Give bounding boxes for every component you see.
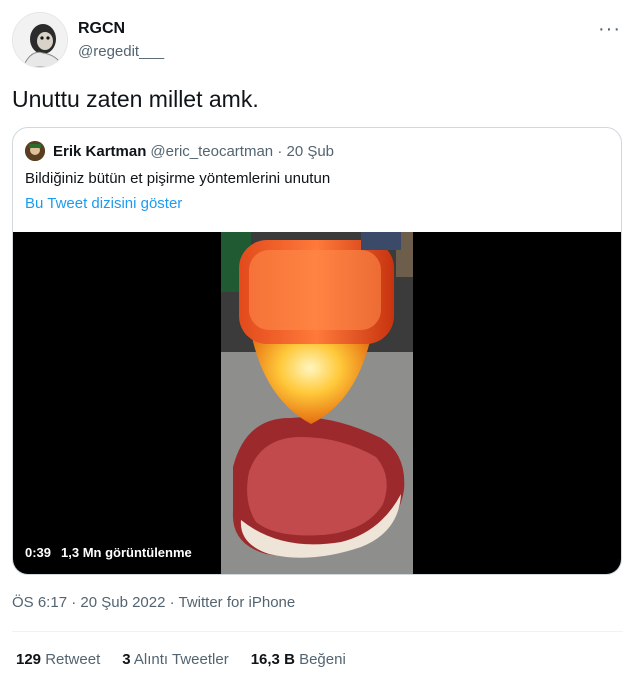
tweet-text: Unuttu zaten millet amk.	[12, 86, 259, 112]
quoted-avatar	[25, 141, 45, 161]
quote-tweets-count[interactable]: 3 Alıntı Tweetler	[122, 651, 228, 668]
video-views: 1,3 Mn görüntülenme	[61, 545, 192, 560]
tweet-stats: 129 Retweet 3 Alıntı Tweetler 16,3 B Beğ…	[16, 651, 346, 668]
likes-count-label: Beğeni	[299, 651, 346, 668]
quoted-tweet-header: Erik Kartman @eric_teocartman · 20 Şub	[25, 140, 334, 162]
divider	[12, 631, 623, 632]
quote-tweets-count-label: Alıntı Tweetler	[133, 651, 229, 668]
show-thread-link[interactable]: Bu Tweet dizisini göster	[25, 195, 182, 212]
retweet-count-label: Retweet	[45, 651, 101, 668]
quoted-author-name[interactable]: Erik Kartman	[53, 143, 146, 160]
video-duration: 0:39	[25, 545, 52, 560]
video-player[interactable]: 0:39 1,3 Mn görüntülenme	[13, 232, 621, 574]
quoted-author-meta: @eric_teocartman · 20 Şub	[150, 142, 335, 160]
tweet-header: RGCN @regedit___ ···	[12, 12, 623, 68]
video-info: 0:39 1,3 Mn görüntülenme	[25, 545, 192, 560]
author-name[interactable]: RGCN	[78, 20, 125, 38]
likes-count-value: 16,3 B	[250, 651, 295, 668]
likes-count[interactable]: 16,3 B Beğeni	[251, 651, 346, 668]
quote-tweets-count-value: 3	[122, 651, 131, 668]
video-thumbnail	[221, 232, 413, 574]
quoted-tweet[interactable]: Erik Kartman @eric_teocartman · 20 Şub B…	[12, 127, 622, 575]
retweet-count-value: 129	[16, 651, 42, 668]
more-options-icon[interactable]: ···	[598, 18, 621, 41]
tweet-timestamp[interactable]: ÖS 6:17 · 20 Şub 2022 · Twitter for iPho…	[12, 594, 295, 611]
avatar-image	[13, 13, 67, 67]
author-handle[interactable]: @regedit___	[78, 43, 164, 60]
retweet-count[interactable]: 129 Retweet	[16, 651, 100, 668]
avatar[interactable]	[12, 12, 68, 68]
quoted-avatar-image	[25, 141, 45, 161]
quoted-tweet-text: Bildiğiniz bütün et pişirme yöntemlerini…	[25, 170, 331, 187]
